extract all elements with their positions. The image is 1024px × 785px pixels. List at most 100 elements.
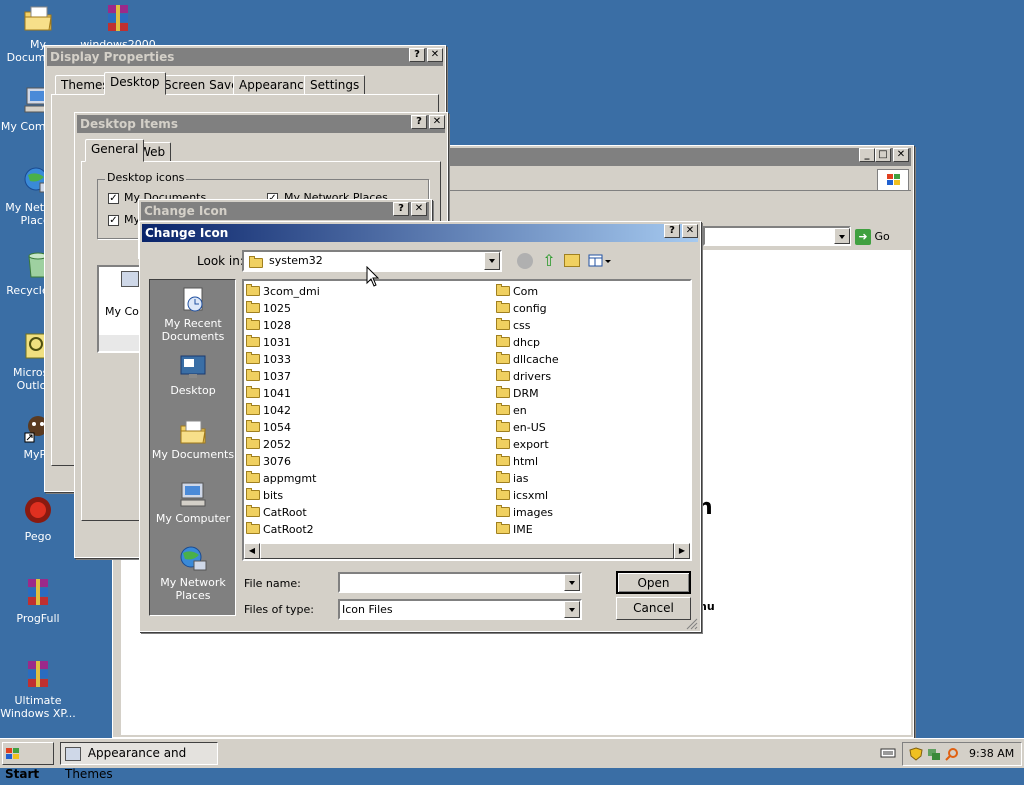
taskbar-task-appearance-and-themes[interactable]: Appearance and Themes [60,742,218,781]
file-list[interactable]: 3com_dmi 1025 1028 1031 1033 1037 1041 1042 1054… [242,279,692,561]
files-of-type-select[interactable]: Icon Files [338,599,582,620]
folder-icon [496,471,510,483]
folder-item[interactable]: 1037 [246,368,291,385]
window-title: Change Icon [145,226,229,240]
folder-label: 1025 [263,302,291,315]
folder-item[interactable]: icsxml [496,487,548,504]
close-button[interactable]: ✕ [427,48,443,62]
folder-item[interactable]: 3com_dmi [246,283,320,300]
files-of-type-dropdown-button[interactable] [564,601,580,618]
folder-item[interactable]: DRM [496,385,539,402]
place-my-recent-documents[interactable]: My Recent Documents [150,285,236,343]
close-button[interactable]: ✕ [682,224,698,238]
folder-item[interactable]: CatRoot2 [246,521,314,538]
place-desktop[interactable]: Desktop [150,352,236,397]
folder-item[interactable]: 2052 [246,436,291,453]
checkbox-my-documents[interactable]: ✓ [108,193,119,204]
folder-item[interactable]: css [496,317,531,334]
file-name-input[interactable] [338,572,582,593]
tab-general[interactable]: General [85,139,145,162]
folder-label: CatRoot2 [263,523,314,536]
folder-item[interactable]: 1028 [246,317,291,334]
place-my-computer[interactable]: My Computer [150,480,236,525]
open-button[interactable]: Open [616,571,691,594]
clock: 9:38 AM [969,747,1015,760]
address-dropdown-button[interactable] [834,228,850,244]
maximize-button[interactable]: □ [875,148,891,162]
folder-icon [246,335,260,347]
folder-item[interactable]: 1031 [246,334,291,351]
resize-grip-icon[interactable] [686,618,698,630]
winrar-archive-icon [22,576,54,608]
folder-item[interactable]: drivers [496,368,551,385]
folder-icon [246,284,260,296]
place-label: Desktop [170,384,216,397]
scroll-left-button[interactable]: ◀ [244,543,260,559]
file-name-dropdown-button[interactable] [564,574,580,591]
close-button[interactable]: ✕ [429,115,445,129]
place-my-documents[interactable]: My Documents [150,416,236,461]
minimize-button[interactable]: _ [859,148,875,162]
new-folder-icon[interactable] [564,254,580,267]
folder-item[interactable]: ias [496,470,529,487]
place-label: My Documents [151,448,235,461]
folder-label: export [513,438,549,451]
folder-item[interactable]: 3076 [246,453,291,470]
folder-item[interactable]: appmgmt [246,470,316,487]
close-button[interactable]: ✕ [893,148,909,162]
look-in-dropdown-button[interactable] [484,252,500,270]
folder-item[interactable]: config [496,300,547,317]
desktop-icon-pego[interactable]: Pego [0,494,76,543]
folder-item[interactable]: dhcp [496,334,540,351]
cancel-button[interactable]: Cancel [616,597,691,620]
folder-icon [496,488,510,500]
back-icon[interactable] [517,253,533,269]
folder-item[interactable]: CatRoot [246,504,307,521]
help-button[interactable]: ? [393,202,409,216]
keyboard-icon[interactable] [880,744,896,760]
address-bar[interactable] [703,226,851,246]
desktop-icon-progfull[interactable]: ProgFull [0,576,76,625]
folder-item[interactable]: 1054 [246,419,291,436]
window-title: Display Properties [50,50,175,64]
folder-item[interactable]: export [496,436,549,453]
desktop-icon-windows2000[interactable]: windows2000 [80,2,156,51]
folder-item[interactable]: bits [246,487,283,504]
search-tray-icon[interactable] [945,747,959,761]
folder-item[interactable]: 1025 [246,300,291,317]
security-shield-icon[interactable] [909,747,923,761]
folder-icon [249,256,263,268]
scroll-right-button[interactable]: ▶ [674,543,690,559]
tab-desktop[interactable]: Desktop [104,72,166,95]
folder-icon [246,437,260,449]
start-button[interactable]: Start [2,742,54,781]
folder-item[interactable]: images [496,504,553,521]
up-folder-icon[interactable]: ⇧ [540,252,558,270]
tab-settings[interactable]: Settings [304,75,366,95]
scroll-thumb[interactable] [260,543,674,559]
checkbox-my-computer[interactable]: ✓ [108,215,119,226]
help-button[interactable]: ? [409,48,425,62]
horizontal-scrollbar[interactable]: ◀ ▶ [244,543,690,559]
network-tray-icon[interactable] [927,747,941,761]
folder-item[interactable]: 1033 [246,351,291,368]
view-menu-icon[interactable] [588,253,611,269]
close-button[interactable]: ✕ [411,202,427,216]
help-button[interactable]: ? [664,224,680,238]
go-button[interactable]: ➜ Go [855,227,905,247]
desktop-icon-ultimate-windows-xp[interactable]: Ultimate Windows XP... [0,658,76,720]
folder-item[interactable]: en [496,402,527,419]
folder-item[interactable]: dllcache [496,351,559,368]
folder-label: dllcache [513,353,559,366]
place-label: My Network Places [160,576,226,602]
place-my-network-places[interactable]: My Network Places [150,544,236,602]
folder-icon [246,369,260,381]
folder-item[interactable]: 1041 [246,385,291,402]
folder-item[interactable]: IME [496,521,533,538]
window-title: Desktop Items [80,117,178,131]
folder-item[interactable]: Com [496,283,538,300]
folder-item[interactable]: en-US [496,419,546,436]
folder-item[interactable]: 1042 [246,402,291,419]
folder-item[interactable]: html [496,453,538,470]
help-button[interactable]: ? [411,115,427,129]
